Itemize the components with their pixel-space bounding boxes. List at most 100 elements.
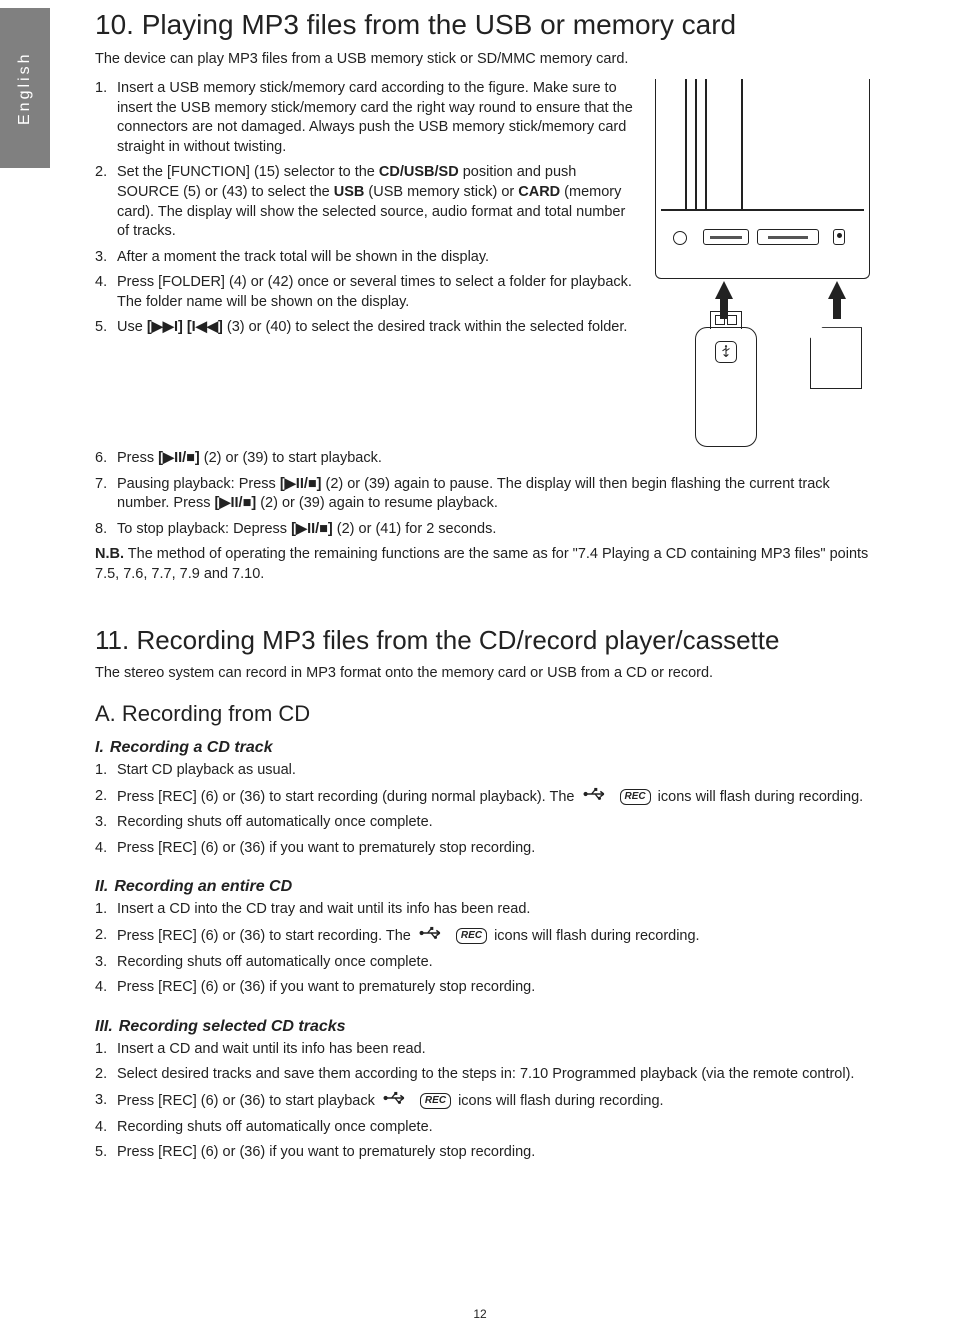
section-11-intro: The stereo system can record in MP3 form…: [95, 664, 870, 684]
list-text: (USB memory stick) or: [364, 184, 518, 200]
list-text: Recording shuts off automatically once c…: [117, 1119, 433, 1135]
list-item: 2. Set the [FUNCTION] (15) selector to t…: [95, 163, 635, 241]
list-item: 7. Pausing playback: Press [▶II/■] (2) o…: [95, 475, 870, 514]
list-item: 5. Press [REC] (6) or (36) if you want to…: [95, 1143, 870, 1163]
sub-ii-num: II.: [95, 878, 108, 896]
list-text: Recording shuts off automatically once c…: [117, 814, 433, 830]
list-num: 1.: [95, 1040, 107, 1060]
list-item: 8. To stop playback: Depress [▶II/■] (2)…: [95, 520, 870, 540]
list-text: icons will flash during recording.: [490, 928, 700, 944]
sub-i-title: Recording a CD track: [110, 739, 273, 757]
list-item: 1. Start CD playback as usual.: [95, 761, 870, 781]
list-item: 3. After a moment the track total will b…: [95, 248, 635, 268]
list-text: Press [REC] (6) or (36) if you want to p…: [117, 840, 535, 856]
list-num: 2.: [95, 787, 107, 807]
list-text: After a moment the track total will be s…: [117, 249, 489, 265]
list-item: 3. Recording shuts off automatically once…: [95, 813, 870, 833]
list-text: To stop playback: Depress: [117, 521, 291, 537]
list-text: Press [REC] (6) or (36) if you want to p…: [117, 979, 535, 995]
list-num: 2.: [95, 926, 107, 946]
list-item: 1. Insert a USB memory stick/memory card…: [95, 79, 635, 157]
list-text: Press [REC] (6) or (36) to start recordi…: [117, 789, 579, 805]
list-text: Press [REC] (6) or (36) to start playbac…: [117, 1093, 379, 1109]
list-num: 1.: [95, 79, 107, 99]
rec-badge-icon: REC: [620, 789, 651, 805]
sub-ii-list: 1. Insert a CD into the CD tray and wait …: [95, 900, 870, 997]
list-text: Press [FOLDER] (4) or (42) once or sever…: [117, 274, 632, 310]
section-11-title: 11. Recording MP3 files from the CD/reco…: [95, 625, 870, 656]
list-item: 6. Press [▶II/■] (2) or (39) to start pl…: [95, 449, 870, 469]
list-item: 4. Press [REC] (6) or (36) if you want to…: [95, 978, 870, 998]
page-number: 12: [0, 1307, 960, 1321]
list-text: Start CD playback as usual.: [117, 762, 296, 778]
list-text: Insert a CD and wait until its info has …: [117, 1041, 426, 1057]
list-num: 7.: [95, 475, 107, 495]
sub-iii-title: Recording selected CD tracks: [119, 1018, 346, 1036]
list-text: Insert a USB memory stick/memory card ac…: [117, 80, 633, 155]
list-item: 2. Press [REC] (6) or (36) to start recor…: [95, 787, 870, 808]
list-text: icons will flash during recording.: [654, 789, 864, 805]
sub-ii-title: Recording an entire CD: [114, 878, 292, 896]
list-num: 4.: [95, 1118, 107, 1138]
list-text: (2) or (39) to start playback.: [200, 450, 382, 466]
list-num: 2.: [95, 163, 107, 183]
sub-iii-list: 1. Insert a CD and wait until its info ha…: [95, 1040, 870, 1163]
usb-logo-icon: [715, 341, 737, 363]
list-num: 6.: [95, 449, 107, 469]
sub-iii-num: III.: [95, 1018, 113, 1036]
bold-text: [▶II/■]: [291, 521, 333, 537]
section-10-title: 10. Playing MP3 files from the USB or me…: [95, 8, 870, 42]
section-10-intro: The device can play MP3 files from a USB…: [95, 50, 870, 70]
list-item: 2. Select desired tracks and save them ac…: [95, 1065, 870, 1085]
list-num: 8.: [95, 520, 107, 540]
list-num: 5.: [95, 1143, 107, 1163]
list-num: 3.: [95, 248, 107, 268]
list-item: 3. Recording shuts off automatically once…: [95, 953, 870, 973]
list-item: 1. Insert a CD into the CD tray and wait …: [95, 900, 870, 920]
rec-badge-icon: REC: [456, 928, 487, 944]
list-item: 1. Insert a CD and wait until its info ha…: [95, 1040, 870, 1060]
list-text: Press [REC] (6) or (36) if you want to p…: [117, 1144, 535, 1160]
usb-transfer-icon: [383, 1091, 409, 1112]
list-text: Recording shuts off automatically once c…: [117, 954, 433, 970]
list-item: 5. Use [▶▶I] [I◀◀] (3) or (40) to select…: [95, 318, 635, 338]
bold-text: [▶▶I] [I◀◀]: [147, 319, 223, 335]
list-num: 1.: [95, 761, 107, 781]
bold-text: [▶II/■]: [280, 476, 322, 492]
list-text: Press [REC] (6) or (36) to start recordi…: [117, 928, 415, 944]
list-num: 2.: [95, 1065, 107, 1085]
list-num: 1.: [95, 900, 107, 920]
list-text: Use: [117, 319, 147, 335]
sd-card-icon: [810, 327, 862, 389]
list-text: (2) or (39) again to resume playback.: [256, 495, 498, 511]
bold-text: [▶II/■]: [215, 495, 257, 511]
device-figure: [655, 79, 870, 449]
list-num: 3.: [95, 813, 107, 833]
nb-note: N.B. The method of operating the remaini…: [95, 545, 870, 584]
list-text: Select desired tracks and save them acco…: [117, 1066, 854, 1082]
list-text: (2) or (41) for 2 seconds.: [333, 521, 497, 537]
language-tab: English: [0, 8, 50, 168]
list-item: 4. Recording shuts off automatically once…: [95, 1118, 870, 1138]
list-text: Insert a CD into the CD tray and wait un…: [117, 901, 530, 917]
nb-label: N.B.: [95, 546, 124, 562]
sub-i-num: I.: [95, 739, 104, 757]
list-num: 3.: [95, 953, 107, 973]
list-num: 3.: [95, 1091, 107, 1111]
usb-transfer-icon: [419, 926, 445, 947]
list-num: 4.: [95, 273, 107, 293]
list-item: 4. Press [FOLDER] (4) or (42) once or se…: [95, 273, 635, 312]
list-text: Set the [FUNCTION] (15) selector to the: [117, 164, 379, 180]
sub-a-title: A. Recording from CD: [95, 701, 870, 727]
nb-text: The method of operating the remaining fu…: [95, 546, 868, 582]
section-10-list-narrow: 1. Insert a USB memory stick/memory card…: [95, 79, 635, 338]
list-item: 2. Press [REC] (6) or (36) to start recor…: [95, 926, 870, 947]
list-item: 4. Press [REC] (6) or (36) if you want to…: [95, 839, 870, 859]
bold-text: CD/USB/SD: [379, 164, 459, 180]
list-num: 4.: [95, 978, 107, 998]
list-text: (3) or (40) to select the desired track …: [223, 319, 628, 335]
list-item: 3. Press [REC] (6) or (36) to start playb…: [95, 1091, 870, 1112]
bold-text: [▶II/■]: [158, 450, 200, 466]
list-num: 4.: [95, 839, 107, 859]
sub-i-list: 1. Start CD playback as usual. 2. Press [RE…: [95, 761, 870, 858]
